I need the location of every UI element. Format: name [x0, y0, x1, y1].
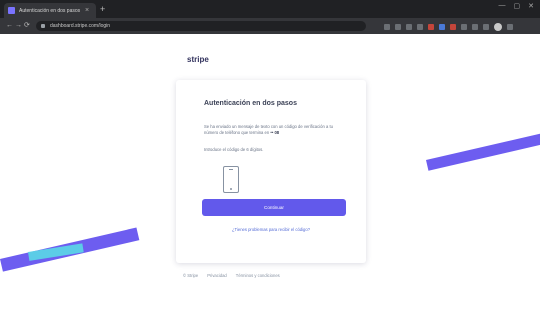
browser-chrome: Autenticación en dos pasos × + — ▢ ✕ ← →…	[0, 0, 540, 34]
footer-link[interactable]: © Stripe	[183, 273, 198, 278]
footer-links: © Stripe Privacidad Términos y condicion…	[183, 273, 280, 278]
maximize-button[interactable]: ▢	[514, 2, 521, 10]
extension-icon[interactable]	[472, 24, 478, 30]
footer-link[interactable]: Privacidad	[207, 273, 227, 278]
forward-icon[interactable]: →	[15, 22, 22, 30]
puzzle-icon[interactable]	[483, 24, 489, 30]
decorative-band-right	[426, 133, 540, 171]
extension-icon[interactable]	[428, 24, 434, 30]
extension-icon[interactable]	[384, 24, 390, 30]
lock-icon	[41, 24, 45, 28]
extension-icon[interactable]	[395, 24, 401, 30]
trouble-link[interactable]: ¿Tienes problemas para recibir el código…	[176, 227, 366, 232]
continue-button[interactable]: Continuar	[202, 199, 346, 216]
extension-icon[interactable]	[417, 24, 423, 30]
back-icon[interactable]: ←	[6, 22, 13, 30]
address-bar[interactable]: dashboard.stripe.com/login	[36, 21, 366, 31]
tab-title: Autenticación en dos pasos	[19, 7, 81, 14]
new-tab-button[interactable]: +	[100, 3, 105, 15]
card-description: Se ha enviado un mensaje de texto con un…	[204, 124, 344, 136]
extension-icon[interactable]	[461, 24, 467, 30]
phone-notch	[229, 169, 233, 170]
browser-tab[interactable]: Autenticación en dos pasos ×	[4, 3, 96, 18]
favicon-icon	[8, 7, 15, 14]
menu-icon[interactable]	[507, 24, 513, 30]
window-controls: — ▢ ✕	[499, 2, 535, 10]
browser-toolbar: ← → ⟳ dashboard.stripe.com/login	[0, 18, 540, 34]
extension-icon[interactable]	[450, 24, 456, 30]
close-tab-icon[interactable]: ×	[85, 7, 89, 14]
extension-icons	[384, 23, 513, 31]
code-hint: Introduce el código de 6 dígitos.	[204, 147, 264, 152]
tab-bar: Autenticación en dos pasos × + — ▢ ✕	[0, 0, 540, 18]
extension-icon[interactable]	[406, 24, 412, 30]
brand-logo[interactable]: stripe	[187, 55, 209, 64]
address-url: dashboard.stripe.com/login	[50, 23, 111, 29]
footer-link[interactable]: Términos y condiciones	[236, 273, 280, 278]
profile-avatar-icon[interactable]	[494, 23, 502, 31]
two-step-card: Autenticación en dos pasos Se ha enviado…	[176, 80, 366, 263]
close-window-button[interactable]: ✕	[528, 2, 534, 10]
phone-suffix: •• 08	[270, 130, 280, 135]
extension-icon[interactable]	[439, 24, 445, 30]
description-text: Se ha enviado un mensaje de texto con un…	[204, 124, 333, 135]
minimize-button[interactable]: —	[499, 2, 506, 10]
card-title: Autenticación en dos pasos	[204, 100, 297, 107]
phone-home-button	[230, 188, 232, 190]
phone-icon	[223, 166, 239, 193]
reload-icon[interactable]: ⟳	[24, 22, 30, 30]
